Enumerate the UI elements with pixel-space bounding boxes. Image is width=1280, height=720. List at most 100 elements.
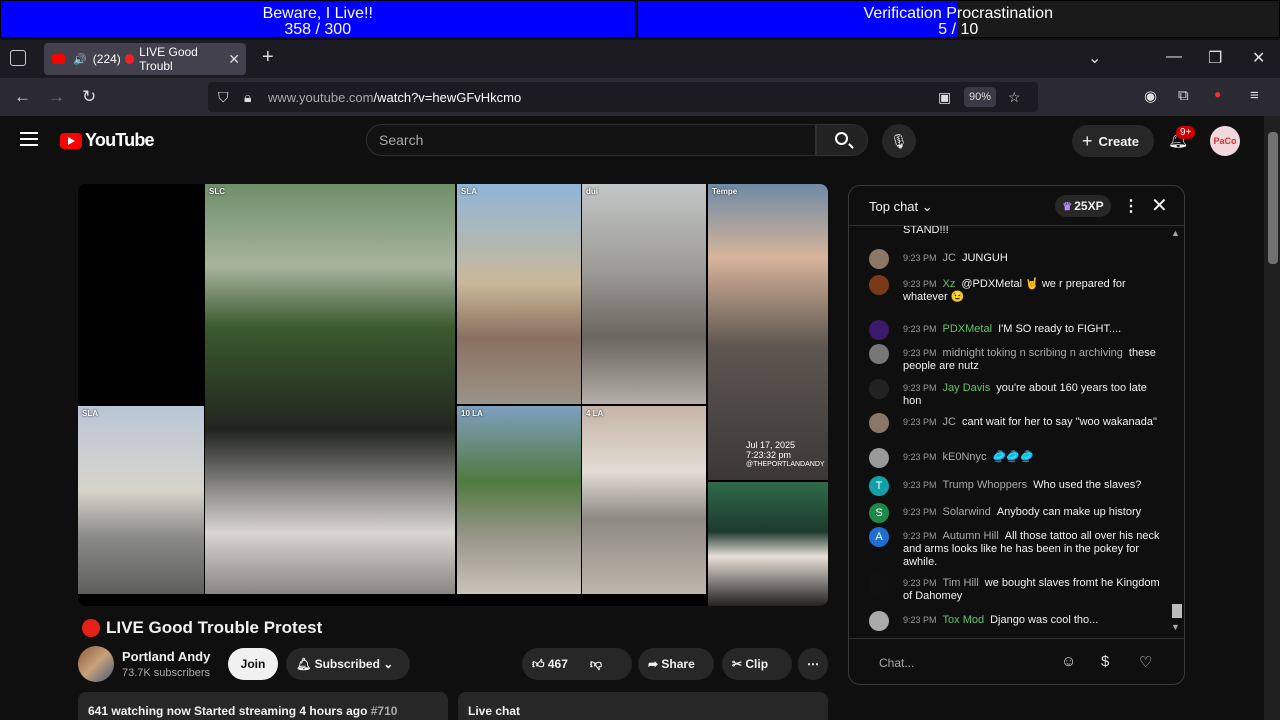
chat-author-avatar[interactable]: S [869,503,889,523]
chat-author-avatar[interactable] [869,448,889,468]
picture-icon[interactable]: ▣ [938,89,951,106]
youtube-logo[interactable]: YouTube [60,130,155,151]
chat-author-avatar[interactable]: A [869,527,889,547]
chat-author-avatar[interactable] [869,344,889,364]
chat-author-name[interactable]: Trump Whoppers [943,479,1028,491]
new-tab-button[interactable]: + [262,46,274,69]
tab-youtube[interactable]: 🔊 (224) LIVE Good Troubl ✕ [44,43,246,75]
close-tab-icon[interactable]: ✕ [228,51,240,68]
chat-more-icon[interactable]: ⋮ [1123,196,1139,216]
super-chat-icon[interactable]: $ [1101,653,1109,670]
search-button[interactable] [816,124,868,156]
chat-author-name[interactable]: Tox Mod [943,614,985,626]
chat-message[interactable]: 9:23 PM JC cant wait for her to say "woo w… [869,413,1165,433]
search-input[interactable]: Search [366,124,816,156]
video-tile-slc-crowd: SLC [205,184,455,594]
chat-author-avatar[interactable] [869,320,889,340]
top-chat-dropdown[interactable]: Top chat ⌄ [869,199,933,215]
chat-input[interactable]: Chat... [869,649,1089,677]
lock-icon[interactable]: 🔒︎ [244,89,251,106]
close-chat-icon[interactable]: ✕ [1151,193,1168,218]
clip-button[interactable]: ✂ Clip [722,648,792,680]
voice-search-button[interactable]: 🎙︎ [882,124,916,158]
live-chat-tab[interactable]: Live chat [458,692,828,720]
chat-scrollbar[interactable]: ▲ ▼ [1169,226,1184,636]
chat-message[interactable]: A 9:23 PM Autumn Hill All those tattoo all … [869,527,1165,569]
zoom-level[interactable]: 90% [964,87,997,107]
join-button[interactable]: Join [228,648,278,680]
chat-author-name[interactable]: Tim Hill [943,577,979,589]
chat-author-name[interactable]: JC [943,252,956,264]
chat-author-name[interactable]: JC [943,416,956,428]
chat-message-text: All those tattoo all over his neck and a… [903,530,1160,568]
list-all-tabs-icon[interactable]: ⌄ [1088,48,1101,68]
back-button[interactable]: ← [14,87,31,107]
chat-message[interactable]: 9:23 PM JC JUNGUH [869,249,1165,269]
xp-badge[interactable]: ♛ 25XP [1055,195,1111,217]
bookmark-star-icon[interactable]: ☆ [1008,89,1021,106]
chat-author-name[interactable]: Jay Davis [943,382,991,394]
extensions-icon[interactable]: ⧉ [1178,87,1189,104]
reload-button[interactable]: ↻ [82,87,96,107]
scroll-up-icon[interactable]: ▲ [1171,228,1180,238]
chat-message[interactable]: 9:23 PM Xz @PDXMetal 🤘 we r prepared for w… [869,275,1165,304]
goal-banner-1-title: Beware, I Live!! [262,5,373,22]
thumbs-up-icon[interactable]: 👍︎ [532,657,548,671]
chat-message[interactable]: 9:23 PM Tim Hill we bought slaves fromt he… [869,574,1165,603]
close-window-button[interactable]: ✕ [1252,48,1265,68]
forward-button[interactable]: → [48,87,65,107]
account-avatar[interactable]: PaCo [1210,126,1240,156]
minimize-button[interactable]: — [1166,48,1182,66]
chat-message[interactable]: T 9:23 PM Trump Whoppers Who used the slave… [869,476,1165,496]
menu-icon[interactable]: ≡ [1250,87,1259,104]
speaker-icon[interactable]: 🔊 [73,53,87,66]
tab-list-icon[interactable] [10,50,26,66]
chat-message[interactable]: S 9:23 PM Solarwind Anybody can make up his… [869,503,1165,523]
chat-message[interactable]: 9:23 PM kE0Nnyc 🥏🥏🥏 [869,448,1165,468]
chat-message[interactable]: 9:23 PM PDXMetal I'M SO ready to FIGHT.... [869,320,1165,340]
chat-author-avatar[interactable] [869,611,889,631]
channel-name[interactable]: Portland Andy [122,649,210,664]
subscribed-button[interactable]: 🔔︎ Subscribed ⌄ [286,648,410,680]
chat-message[interactable]: 9:23 PM Tox Mod Django was cool tho... [869,611,1165,631]
chat-author-avatar[interactable]: T [869,476,889,496]
page-scrollbar[interactable] [1264,116,1280,720]
chat-scroll-thumb[interactable] [1172,604,1182,618]
hashtag-link[interactable]: #710 [371,704,398,718]
chat-author-avatar[interactable] [869,275,889,295]
chat-message[interactable]: 9:23 PM Jay Davis you're about 160 years t… [869,379,1165,408]
chat-author-avatar[interactable] [869,413,889,433]
chat-author-name[interactable]: Autumn Hill [943,530,999,542]
chat-author-name[interactable]: Xz [943,278,956,290]
chat-message-list[interactable]: STAND!!! 9:23 PM JC JUNGUH 9:23 PM Xz @PDXMet… [849,226,1169,636]
thumbs-down-icon[interactable]: 👎︎ [590,657,602,671]
like-dislike-group[interactable]: 👍︎ 467 👎︎ [522,648,632,680]
share-button[interactable]: ➦ Share [638,648,714,680]
video-tile-la-palms: SLA [457,184,581,404]
chat-author-avatar[interactable] [869,379,889,399]
account-icon[interactable]: ◉ [1144,87,1157,105]
chat-author-name[interactable]: PDXMetal [943,323,993,335]
page-scrollbar-thumb[interactable] [1268,132,1278,264]
guide-menu-icon[interactable] [20,132,38,146]
scroll-down-icon[interactable]: ▼ [1171,622,1180,632]
more-actions-button[interactable]: ⋯ [798,648,828,680]
chat-author-name[interactable]: Solarwind [943,506,991,518]
chat-author-name[interactable]: midnight toking n scribing n archiving [943,347,1123,359]
channel-avatar[interactable] [78,646,114,682]
chat-author-name[interactable]: kE0Nnyc [943,451,987,463]
video-info-bar[interactable]: 641 watching now Started streaming 4 hou… [78,692,448,720]
overlay-goal-banners: Beware, I Live!! 358 / 300 Verification … [0,0,1280,40]
video-player[interactable]: SLA SLC SLA dui Tempe 10 LA 4 LA Jul 17,… [78,184,828,606]
url-bar[interactable]: ⛉ 🔒︎ www.youtube.com/watch?v=hewGFvHkcmo… [208,82,1038,112]
chat-author-avatar[interactable] [869,249,889,269]
restore-button[interactable]: ❐ [1208,48,1222,68]
chat-author-avatar[interactable] [869,574,889,594]
heart-icon[interactable]: ♡ [1139,653,1152,671]
emoji-icon[interactable]: ☺ [1061,653,1076,670]
extension-record-icon[interactable]: ● [1214,87,1221,101]
chat-message[interactable]: 9:23 PM midnight toking n scribing n arch… [869,344,1165,373]
shield-icon[interactable]: ⛉ [218,89,229,106]
url-text[interactable]: www.youtube.com/watch?v=hewGFvHkcmo [268,90,521,105]
create-button[interactable]: + Create [1072,125,1154,157]
